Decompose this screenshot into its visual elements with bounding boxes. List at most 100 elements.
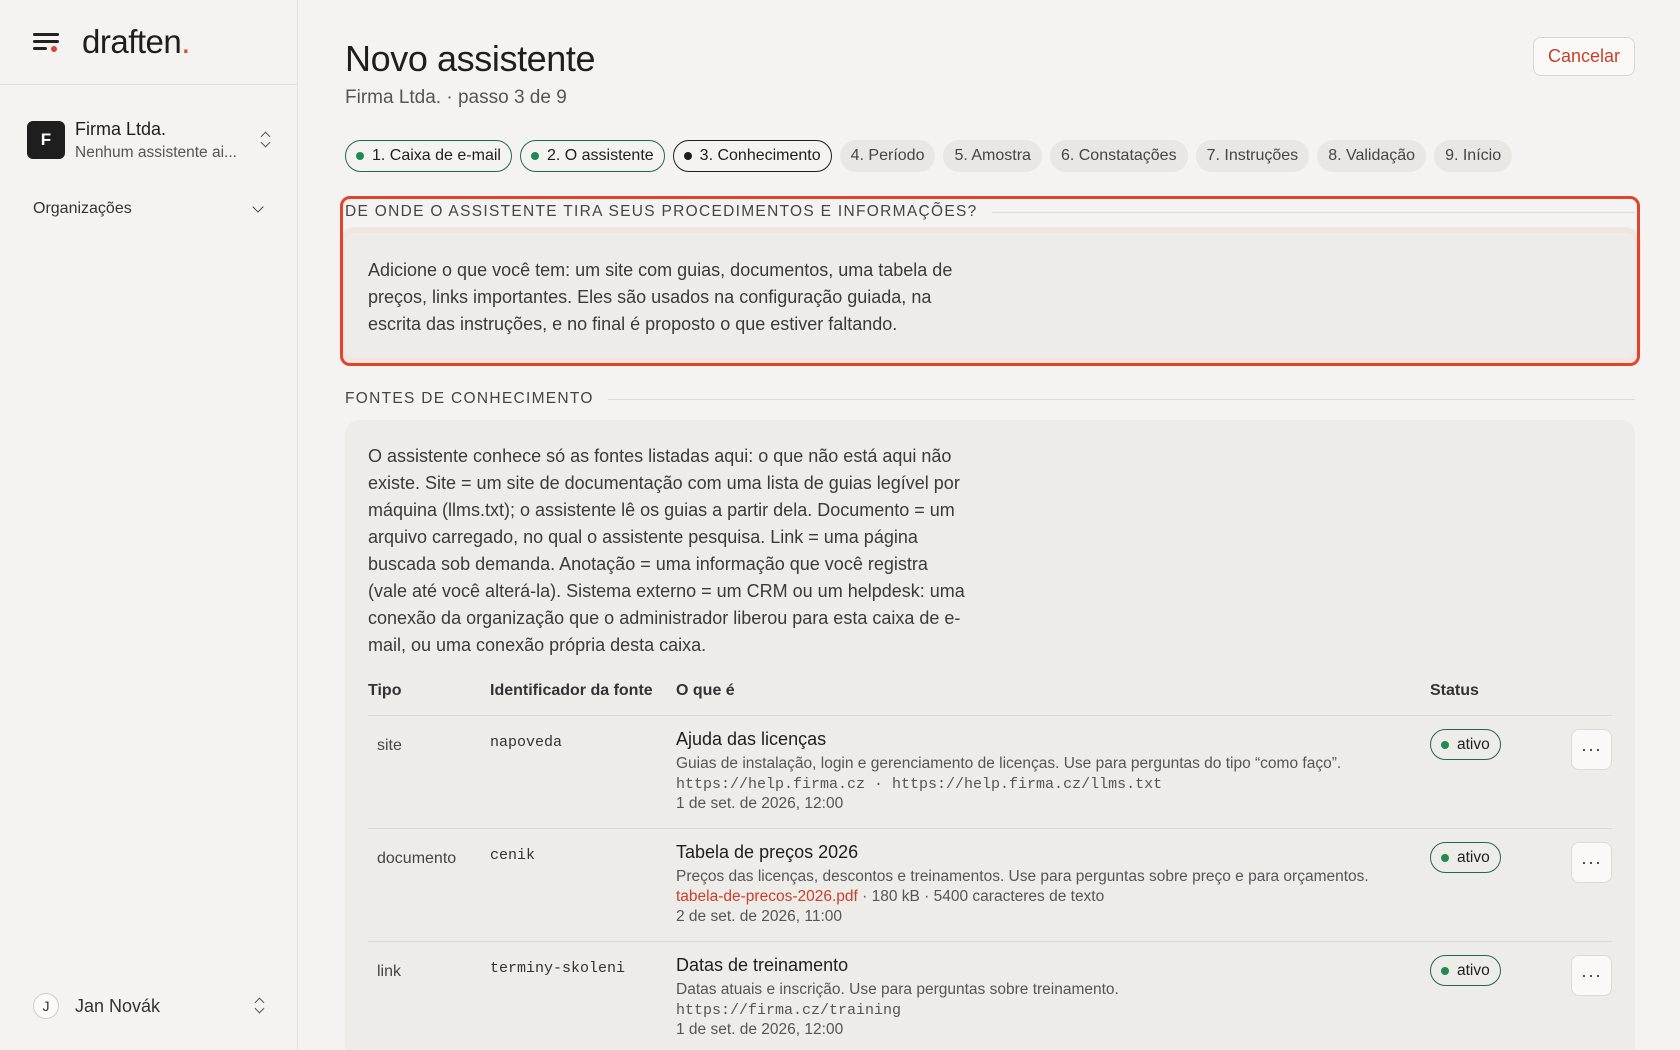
org-subtitle: Nenhum assistente ai... bbox=[75, 143, 237, 161]
intro-card: Adicione o que você tem: um site com gui… bbox=[345, 233, 1635, 358]
source-description: Datas atuais e inscrição. Use para pergu… bbox=[676, 981, 1119, 998]
sources-table: Tipo Identificador da fonte O que é Stat… bbox=[368, 682, 1612, 1050]
source-title: Tabela de preços 2026 bbox=[676, 842, 859, 862]
step-2[interactable]: 2. O assistente bbox=[519, 140, 665, 172]
status-dot-icon bbox=[1441, 853, 1449, 862]
source-description: Preços das licenças, descontos e treinam… bbox=[676, 868, 1369, 885]
step-1[interactable]: 1. Caixa de e-mail bbox=[345, 140, 512, 172]
cancel-button[interactable]: Cancelar bbox=[1532, 37, 1635, 76]
sources-description: O assistente conhece só as fontes listad… bbox=[368, 446, 965, 655]
org-avatar: F bbox=[27, 121, 65, 159]
step-8[interactable]: 8. Validação bbox=[1317, 140, 1427, 172]
source-file-meta: · 180 kB · 5400 caracteres de texto bbox=[857, 888, 1105, 905]
more-options-button[interactable]: ··· bbox=[1571, 955, 1612, 996]
step-3[interactable]: 3. Conhecimento bbox=[672, 140, 832, 172]
source-id: napoveda bbox=[490, 734, 563, 751]
row-actions: ··· bbox=[1560, 842, 1612, 941]
status-label: ativo bbox=[1457, 961, 1490, 979]
more-options-button[interactable]: ··· bbox=[1571, 842, 1612, 883]
organizations-label: Organizações bbox=[33, 200, 132, 217]
table-row: site napoveda Ajuda das licenças Guias d… bbox=[368, 716, 1612, 829]
step-status-dot-icon bbox=[530, 152, 539, 160]
intro-heading: DE ONDE O ASSISTENTE TIRA SEUS PROCEDIME… bbox=[345, 203, 1635, 221]
wizard-steps: 1. Caixa de e-mail 2. O assistente 3. Conh… bbox=[345, 140, 1513, 172]
avatar: J bbox=[33, 993, 59, 1019]
step-label: 8. Validação bbox=[1328, 147, 1416, 164]
source-id: cenik bbox=[490, 847, 536, 864]
step-label: 7. Instruções bbox=[1206, 147, 1299, 164]
chevron-up-down-icon bbox=[260, 130, 272, 150]
sources-heading-text: FONTES DE CONHECIMENTO bbox=[345, 390, 594, 407]
source-status: ativo bbox=[1430, 842, 1560, 941]
chevron-down-icon bbox=[252, 201, 264, 213]
source-details: Ajuda das licenças Guias de instalação, … bbox=[676, 729, 1430, 828]
row-actions: ··· bbox=[1560, 729, 1612, 828]
step-4[interactable]: 4. Período bbox=[839, 140, 936, 172]
step-6[interactable]: 6. Constatações bbox=[1049, 140, 1188, 172]
status-badge: ativo bbox=[1430, 729, 1501, 760]
row-actions: ··· bbox=[1560, 955, 1612, 1050]
table-row: documento cenik Tabela de preços 2026 Pr… bbox=[368, 829, 1612, 942]
brand-bar: draften. bbox=[0, 0, 297, 85]
step-9[interactable]: 9. Início bbox=[1434, 140, 1513, 172]
source-date: 1 de set. de 2026, 12:00 bbox=[676, 795, 844, 812]
source-file-link[interactable]: tabela-de-precos-2026.pdf bbox=[676, 888, 858, 905]
status-badge: ativo bbox=[1430, 842, 1501, 873]
source-type: documento bbox=[377, 850, 457, 867]
intro-heading-text: DE ONDE O ASSISTENTE TIRA SEUS PROCEDIME… bbox=[345, 203, 978, 220]
step-label: 5. Amostra bbox=[954, 147, 1031, 164]
sidebar: draften. F Firma Ltda. Nenhum assistente… bbox=[0, 0, 298, 1050]
status-label: ativo bbox=[1457, 735, 1490, 753]
page-title: Novo assistente bbox=[345, 38, 596, 79]
organizations-section-toggle[interactable]: Organizações bbox=[33, 200, 266, 218]
source-date: 1 de set. de 2026, 12:00 bbox=[676, 1021, 844, 1038]
source-status: ativo bbox=[1430, 729, 1560, 828]
step-label: 3. Conhecimento bbox=[699, 147, 821, 164]
step-label: 2. O assistente bbox=[546, 147, 654, 164]
table-header: Tipo Identificador da fonte O que é Stat… bbox=[368, 682, 1612, 716]
source-status: ativo bbox=[1430, 955, 1560, 1050]
status-dot-icon bbox=[1441, 966, 1449, 975]
step-status-dot-icon bbox=[356, 152, 364, 160]
logo[interactable]: draften. bbox=[82, 23, 190, 61]
status-label: ativo bbox=[1457, 848, 1490, 866]
main-content: Novo assistente Firma Ltda. · passo 3 de… bbox=[340, 0, 1640, 1050]
status-dot-icon bbox=[1441, 740, 1449, 749]
org-switcher[interactable]: F Firma Ltda. Nenhum assistente ai... bbox=[27, 115, 272, 165]
ellipsis-icon: ··· bbox=[1581, 852, 1602, 872]
step-5[interactable]: 5. Amostra bbox=[943, 140, 1042, 172]
sources-heading: FONTES DE CONHECIMENTO bbox=[345, 390, 1635, 408]
step-status-dot-icon bbox=[683, 152, 692, 160]
step-label: 4. Período bbox=[850, 147, 925, 164]
intro-text: Adicione o que você tem: um site com gui… bbox=[368, 260, 953, 334]
menu-icon[interactable] bbox=[33, 31, 59, 53]
source-url: https://help.firma.cz · https://help.fir… bbox=[676, 776, 1163, 793]
user-name: Jan Novák bbox=[75, 995, 161, 1016]
source-details: Tabela de preços 2026 Preços das licença… bbox=[676, 842, 1430, 941]
source-url: https://firma.cz/training bbox=[676, 1002, 902, 1019]
source-type: site bbox=[377, 737, 402, 754]
step-7[interactable]: 7. Instruções bbox=[1195, 140, 1310, 172]
more-options-button[interactable]: ··· bbox=[1571, 729, 1612, 770]
user-menu[interactable]: J Jan Novák bbox=[33, 993, 266, 1019]
source-title: Datas de treinamento bbox=[676, 955, 849, 975]
step-label: 9. Início bbox=[1445, 147, 1502, 164]
column-header-status: Status bbox=[1430, 682, 1479, 699]
org-name: Firma Ltda. bbox=[75, 118, 167, 139]
source-description: Guias de instalação, login e gerenciamen… bbox=[676, 755, 1342, 772]
status-badge: ativo bbox=[1430, 955, 1501, 986]
source-type: link bbox=[377, 963, 402, 980]
source-id: terminy-skoleni bbox=[490, 960, 626, 977]
ellipsis-icon: ··· bbox=[1581, 739, 1602, 759]
chevron-up-down-icon bbox=[254, 996, 266, 1016]
column-header-id: Identificador da fonte bbox=[490, 682, 653, 699]
step-label: 6. Constatações bbox=[1060, 147, 1177, 164]
source-details: Datas de treinamento Datas atuais e insc… bbox=[676, 955, 1430, 1050]
column-header-what: O que é bbox=[676, 682, 735, 699]
page-subtitle: Firma Ltda. · passo 3 de 9 bbox=[345, 87, 567, 108]
column-header-type: Tipo bbox=[368, 682, 402, 699]
step-label: 1. Caixa de e-mail bbox=[372, 147, 501, 164]
sources-card: O assistente conhece só as fontes listad… bbox=[345, 420, 1635, 1050]
ellipsis-icon: ··· bbox=[1581, 965, 1602, 985]
source-date: 2 de set. de 2026, 11:00 bbox=[676, 908, 843, 925]
